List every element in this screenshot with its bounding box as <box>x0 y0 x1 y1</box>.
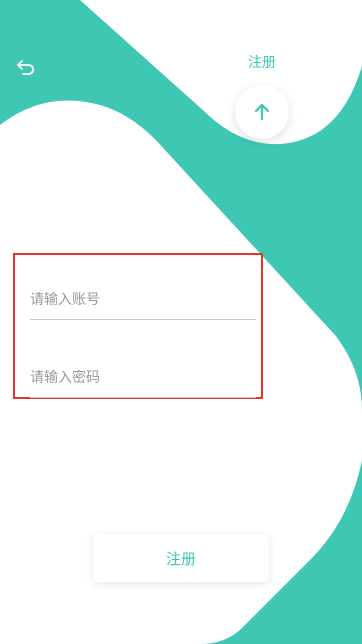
register-screen: 注册 注册 <box>0 0 362 644</box>
arrow-up-fab[interactable] <box>235 85 289 139</box>
register-button[interactable]: 注册 <box>93 534 269 582</box>
undo-arrow-icon <box>17 60 34 75</box>
arrow-up-icon <box>254 103 270 121</box>
password-field <box>30 358 256 398</box>
account-field <box>30 280 256 320</box>
register-title[interactable]: 注册 <box>232 54 292 72</box>
password-input[interactable] <box>30 358 256 397</box>
back-button[interactable] <box>13 54 39 80</box>
account-input[interactable] <box>30 280 256 319</box>
